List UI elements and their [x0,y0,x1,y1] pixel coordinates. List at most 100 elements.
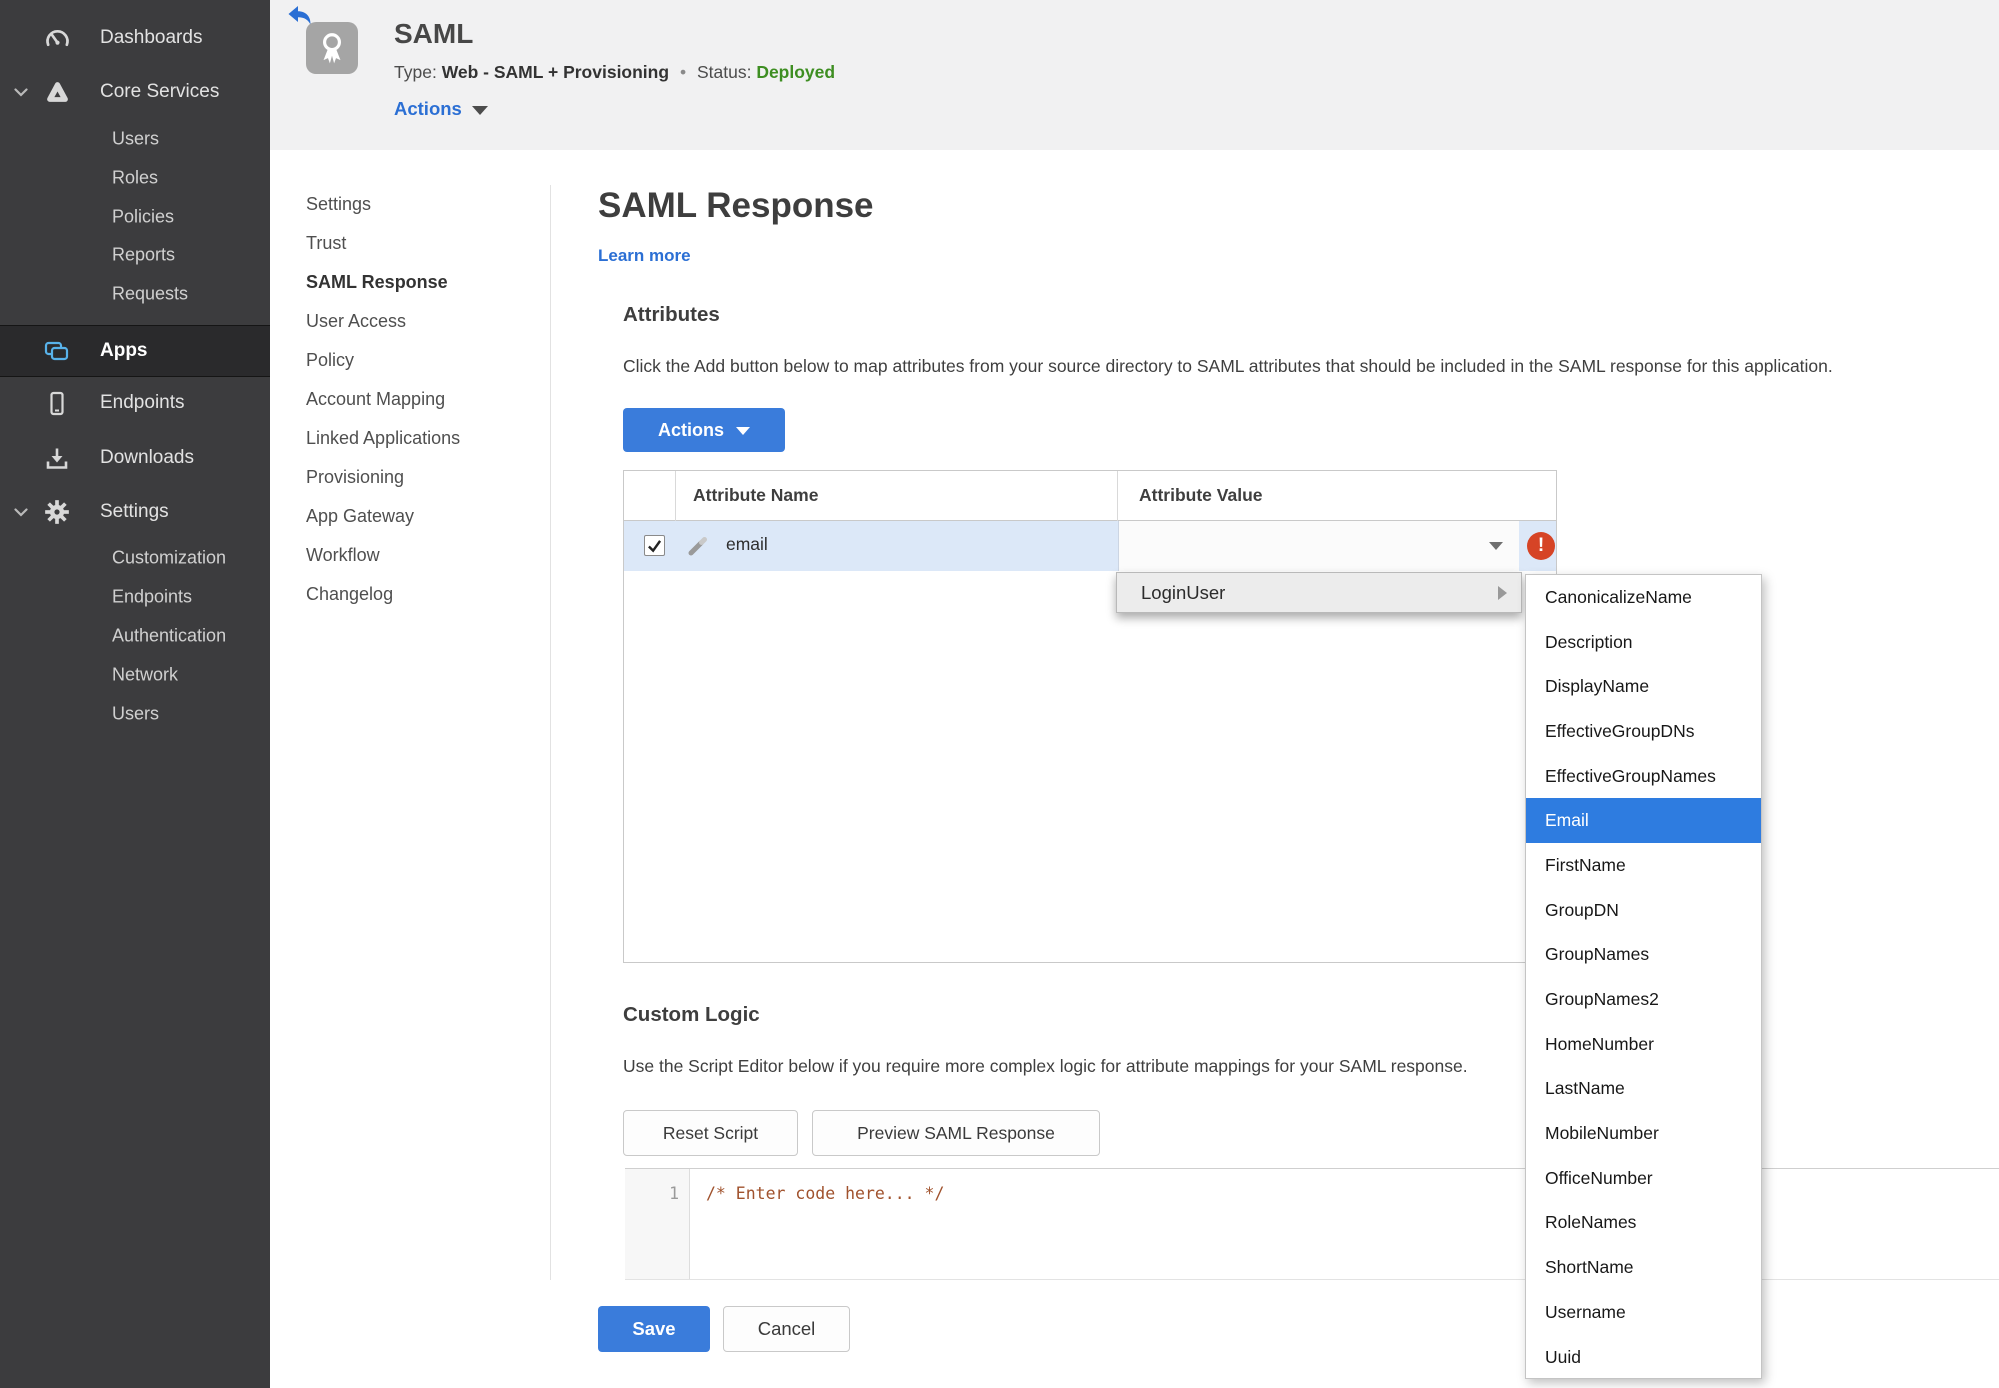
submenu-item-groupdn[interactable]: GroupDN [1526,888,1761,933]
type-label: Type: [394,62,437,82]
script-editor[interactable]: 1 /* Enter code here... */ [625,1168,1999,1280]
submenu-item-groupnames2[interactable]: GroupNames2 [1526,977,1761,1022]
submenu-item-effectivegroupnames[interactable]: EffectiveGroupNames [1526,754,1761,799]
sidebar-item-downloads[interactable]: Downloads [0,436,270,480]
sidebar-subitem-label: Users [112,128,160,149]
attributes-table: Attribute Name Attribute Value email ! [623,470,1557,963]
sidebar-item-reports[interactable]: Reports [0,238,270,272]
submenu-item-username[interactable]: Username [1526,1290,1761,1335]
reset-script-button[interactable]: Reset Script [623,1110,798,1156]
chevron-down-icon[interactable] [14,88,28,97]
subnav-account-mapping[interactable]: Account Mapping [306,380,526,419]
subnav-trust[interactable]: Trust [306,224,526,263]
page-title: SAML Response [598,186,874,225]
submenu-item-mobilenumber[interactable]: MobileNumber [1526,1111,1761,1156]
sidebar-item-dashboards[interactable]: Dashboards [0,16,270,60]
sidebar-item-customization[interactable]: Customization [0,541,270,575]
subnav-app-gateway[interactable]: App Gateway [306,497,526,536]
download-icon [42,444,72,472]
value-menu-label: LoginUser [1141,581,1226,603]
submenu-item-officenumber[interactable]: OfficeNumber [1526,1156,1761,1201]
column-attribute-name: Attribute Name [693,485,819,505]
app-subnav: Settings Trust SAML Response User Access… [306,185,526,614]
submenu-item-email[interactable]: Email [1526,798,1761,844]
custom-logic-heading: Custom Logic [623,1003,760,1026]
sidebar-item-users[interactable]: Users [0,122,270,156]
row-checkbox[interactable] [644,535,665,556]
sidebar-item-authentication[interactable]: Authentication [0,619,270,653]
subnav-user-access[interactable]: User Access [306,302,526,341]
sidebar-subitem-label: Endpoints [112,586,193,607]
subnav-policy[interactable]: Policy [306,341,526,380]
sidebar-item-roles[interactable]: Roles [0,161,270,195]
subnav-changelog[interactable]: Changelog [306,575,526,614]
value-submenu: CanonicalizeName Description DisplayName… [1525,574,1762,1379]
submenu-item-firstname[interactable]: FirstName [1526,843,1761,888]
editor-gutter: 1 [625,1169,690,1279]
preview-saml-response-button[interactable]: Preview SAML Response [812,1110,1100,1156]
meta-dot: • [679,62,687,82]
submenu-item-rolenames[interactable]: RoleNames [1526,1201,1761,1246]
status-label: Status: [696,62,752,82]
sidebar-item-settings[interactable]: Settings [0,490,270,534]
sidebar-subitem-label: Authentication [112,625,227,646]
header-actions-menu[interactable]: Actions [394,98,488,120]
caret-down-icon [736,427,750,435]
learn-more-link[interactable]: Learn more [598,246,691,266]
sidebar-subitem-label: Roles [112,167,159,188]
type-value: Web - SAML + Provisioning [441,62,670,82]
submenu-item-description[interactable]: Description [1526,620,1761,665]
subnav-saml-response[interactable]: SAML Response [306,263,526,302]
submenu-item-shortname[interactable]: ShortName [1526,1245,1761,1290]
submenu-item-lastname[interactable]: LastName [1526,1067,1761,1112]
save-button[interactable]: Save [598,1306,710,1352]
column-attribute-value: Attribute Value [1139,485,1263,505]
submenu-item-homenumber[interactable]: HomeNumber [1526,1022,1761,1067]
caret-down-icon [1489,542,1503,550]
attribute-value-dropdown[interactable] [1118,521,1519,571]
submenu-item-displayname[interactable]: DisplayName [1526,664,1761,709]
core-services-icon [42,78,72,106]
subnav-linked-applications[interactable]: Linked Applications [306,419,526,458]
subnav-settings[interactable]: Settings [306,185,526,224]
submenu-arrow-icon [1498,585,1507,600]
subnav-workflow[interactable]: Workflow [306,536,526,575]
gear-icon [42,498,72,526]
submenu-item-effectivegroupdns[interactable]: EffectiveGroupDNs [1526,709,1761,754]
sidebar-item-label: Dashboards [100,27,203,48]
submenu-item-uuid[interactable]: Uuid [1526,1335,1761,1380]
app-badge-ribbon-icon [306,22,358,74]
subnav-provisioning[interactable]: Provisioning [306,458,526,497]
sidebar-item-settings-users[interactable]: Users [0,697,270,731]
sidebar-item-label: Core Services [100,81,220,102]
sidebar-item-label: Apps [100,340,148,361]
sidebar-item-apps[interactable]: Apps [0,325,270,377]
chevron-down-icon[interactable] [14,508,28,517]
sidebar-item-requests[interactable]: Requests [0,277,270,311]
app-header: SAML Type: Web - SAML + Provisioning • S… [270,0,1999,150]
cancel-button[interactable]: Cancel [723,1306,850,1352]
editor-line-number: 1 [669,1184,679,1203]
caret-down-icon [471,106,488,115]
sidebar-item-label: Endpoints [100,392,185,413]
sidebar-item-network[interactable]: Network [0,658,270,692]
sidebar-subitem-label: Network [112,664,179,685]
mobile-device-icon [42,389,72,417]
edit-pencil-icon[interactable] [686,534,710,558]
sidebar-subitem-label: Users [112,703,160,724]
submenu-item-groupnames[interactable]: GroupNames [1526,933,1761,978]
column-divider [1117,471,1118,521]
sidebar-item-core-services[interactable]: Core Services [0,70,270,114]
table-row[interactable]: email ! [624,521,1556,571]
sidebar-subitem-label: Customization [112,547,227,568]
header-actions-label: Actions [394,98,462,119]
editor-code[interactable]: /* Enter code here... */ [706,1184,944,1203]
value-menu-loginuser[interactable]: LoginUser [1116,572,1522,613]
submenu-item-canonicalizename[interactable]: CanonicalizeName [1526,575,1761,620]
sidebar-item-policies[interactable]: Policies [0,200,270,234]
sidebar-item-endpoints[interactable]: Endpoints [0,381,270,425]
sidebar-item-settings-endpoints[interactable]: Endpoints [0,580,270,614]
attributes-heading: Attributes [623,303,720,326]
attributes-actions-button[interactable]: Actions [623,408,785,452]
sidebar-subitem-label: Reports [112,244,176,265]
